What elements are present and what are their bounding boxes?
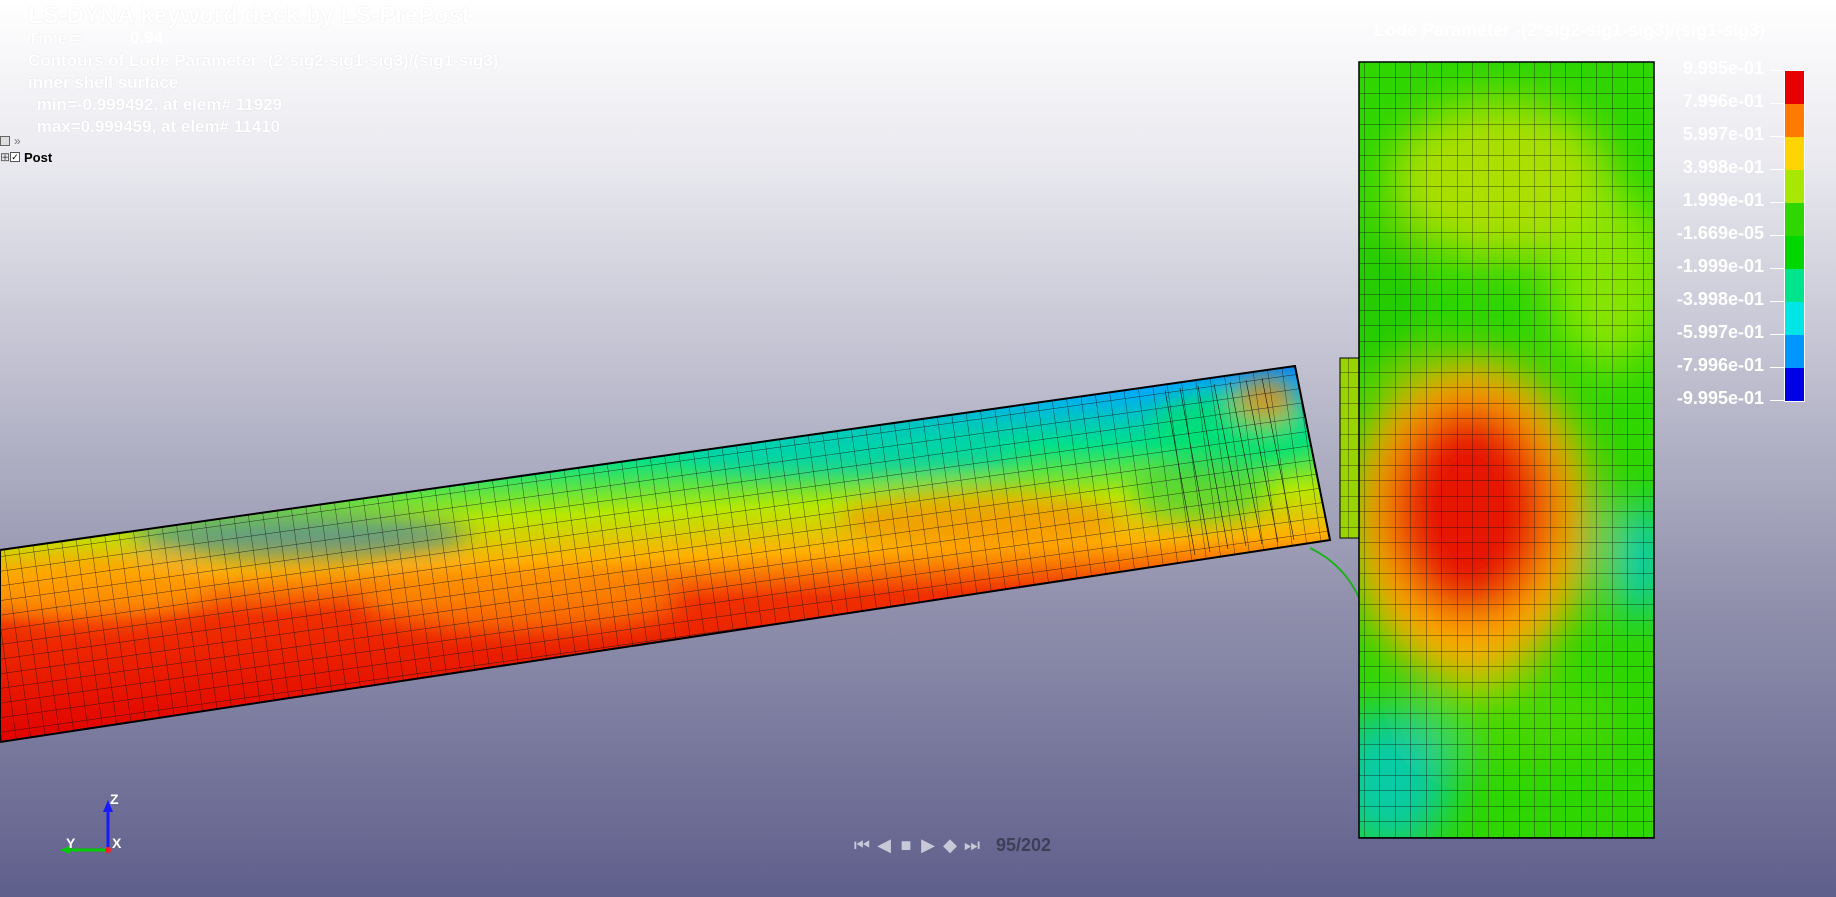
step-both-icon[interactable]: ◆: [940, 834, 960, 856]
legend-tick: [1770, 235, 1784, 236]
legend-swatch: [1785, 269, 1804, 302]
legend-label: 1.999e-01: [1682, 190, 1764, 210]
last-frame-icon[interactable]: ⏭: [962, 834, 982, 856]
axis-triad: Z Y X: [60, 791, 122, 854]
legend-label: -1.669e-05: [1676, 223, 1764, 243]
tree-item-label: Post: [24, 149, 53, 165]
legend-tick: [1770, 202, 1784, 203]
legend-label: 7.996e-01: [1682, 91, 1764, 111]
play-icon[interactable]: ▶: [918, 834, 938, 856]
tree-item-checkbox[interactable]: ✓: [10, 152, 20, 162]
x-axis-label: X: [112, 835, 122, 851]
contour-title: Contours of Lode Parameter -(2*sig2-sig1…: [28, 51, 499, 70]
model-tree: » ⊞ ✓ Post: [0, 133, 52, 165]
legend-tick: [1770, 268, 1784, 269]
legend-swatch: [1785, 335, 1804, 368]
legend-label: 3.998e-01: [1682, 157, 1764, 177]
expand-plus-icon[interactable]: ⊞: [0, 150, 10, 164]
legend-label: -1.999e-01: [1676, 256, 1764, 276]
time-label: Time =: [28, 29, 83, 48]
legend-title: Lode Parameter -(2*sig2-sig1-sig3)/(sig1…: [1374, 20, 1766, 40]
legend-tick: [1770, 70, 1784, 71]
step-back-icon[interactable]: ◀: [874, 834, 894, 856]
legend-swatch: [1785, 71, 1804, 104]
legend-label: 9.995e-01: [1682, 58, 1764, 78]
min-value-line: min=-0.999492, at elem# 11929: [32, 95, 282, 114]
stop-icon[interactable]: ■: [896, 834, 916, 856]
legend-color-bar: [1784, 70, 1805, 402]
animation-controls: ⏮ ◀ ■ ▶ ◆ ⏭ 95/202: [852, 834, 1051, 856]
fringe-legend: Lode Parameter -(2*sig2-sig1-sig3)/(sig1…: [1368, 18, 1828, 408]
tree-item-post[interactable]: ⊞ ✓ Post: [0, 149, 52, 165]
legend-label: 5.997e-01: [1682, 124, 1764, 144]
legend-tick: [1770, 334, 1784, 335]
time-value: 0.94: [130, 28, 164, 47]
legend-label: -3.998e-01: [1676, 289, 1764, 309]
legend-swatch: [1785, 302, 1804, 335]
legend-label: -9.995e-01: [1676, 388, 1764, 408]
beam-part[interactable]: [0, 364, 1332, 744]
graphics-viewport[interactable]: LS-DYNA keyword deck by LS-PrePost Time …: [0, 0, 1836, 897]
legend-swatch: [1785, 170, 1804, 203]
legend-tick: [1770, 367, 1784, 368]
legend-tick: [1770, 136, 1784, 137]
legend-tick: [1770, 103, 1784, 104]
legend-swatch: [1785, 137, 1804, 170]
collapse-toggle-icon[interactable]: [0, 136, 10, 146]
legend-swatch: [1785, 203, 1804, 236]
legend-label: -7.996e-01: [1676, 355, 1764, 375]
frame-counter: 95/202: [996, 834, 1052, 855]
legend-tick: [1770, 301, 1784, 302]
y-axis-label: Y: [66, 835, 76, 851]
x-axis-dot-icon: [105, 847, 111, 853]
legend-tick: [1770, 169, 1784, 170]
first-frame-icon[interactable]: ⏮: [852, 834, 872, 856]
legend-swatch: [1785, 368, 1804, 401]
legend-swatch: [1785, 236, 1804, 269]
double-chevron-right-icon[interactable]: »: [14, 134, 21, 148]
legend-label: -5.997e-01: [1676, 322, 1764, 342]
surface-label: inner shell surface: [28, 73, 179, 92]
deck-title: LS-DYNA keyword deck by LS-PrePost: [28, 2, 470, 29]
legend-swatch: [1785, 104, 1804, 137]
max-value-line: max=0.999459, at elem# 11410: [32, 117, 281, 136]
legend-tick: [1770, 400, 1784, 401]
z-axis-label: Z: [110, 791, 119, 807]
